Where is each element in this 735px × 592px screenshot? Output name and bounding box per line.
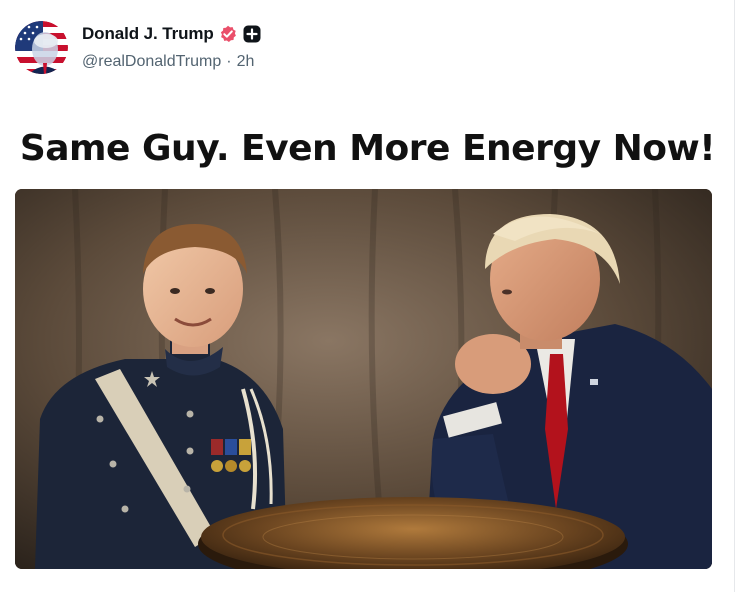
plus-badge-icon (243, 25, 261, 43)
post-card: Donald J. Trump @realDonaldTrump · 2h Sa… (0, 0, 735, 592)
avatar[interactable] (15, 21, 68, 74)
name-row: Donald J. Trump (82, 23, 261, 45)
avatar-image (15, 21, 68, 74)
post-image-illustration (15, 189, 712, 569)
display-name[interactable]: Donald J. Trump (82, 24, 214, 44)
handle[interactable]: @realDonaldTrump (82, 53, 221, 71)
verified-badge-icon (219, 25, 237, 43)
author-meta: Donald J. Trump @realDonaldTrump · 2h (82, 21, 261, 71)
meta-separator: · (226, 53, 232, 70)
image-headline: Same Guy. Even More Energy Now! (19, 128, 716, 169)
post-header: Donald J. Trump @realDonaldTrump · 2h (15, 21, 261, 75)
handle-row: @realDonaldTrump · 2h (82, 53, 261, 71)
timestamp[interactable]: 2h (237, 53, 255, 71)
post-image[interactable] (15, 189, 712, 569)
